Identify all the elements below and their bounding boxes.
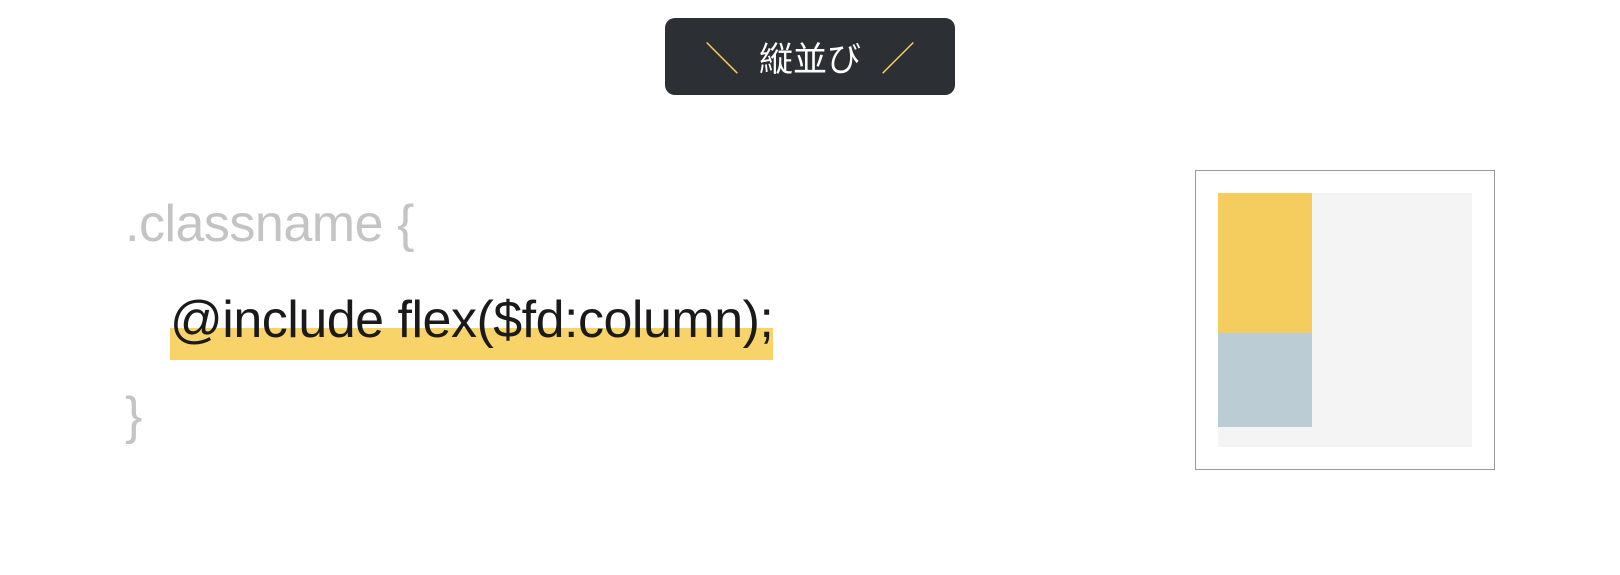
slash-right-icon: ／ <box>881 32 915 81</box>
header-badge: ＼ 縦並び ／ <box>665 18 955 95</box>
code-main-text: @include flex($fd:column); <box>170 291 773 349</box>
slash-left-icon: ＼ <box>705 32 739 81</box>
preview-box-yellow <box>1218 193 1312 333</box>
header-label: 縦並び <box>759 32 861 81</box>
preview-box-blue <box>1218 333 1312 427</box>
code-line-1: .classname { <box>125 176 773 272</box>
code-line-3: } <box>125 368 773 464</box>
code-line-2: @include flex($fd:column); <box>125 272 773 368</box>
preview-box <box>1195 170 1495 470</box>
preview-inner <box>1218 193 1472 447</box>
content-area: .classname { @include flex($fd:column); … <box>125 170 1495 470</box>
code-block: .classname { @include flex($fd:column); … <box>125 176 773 465</box>
